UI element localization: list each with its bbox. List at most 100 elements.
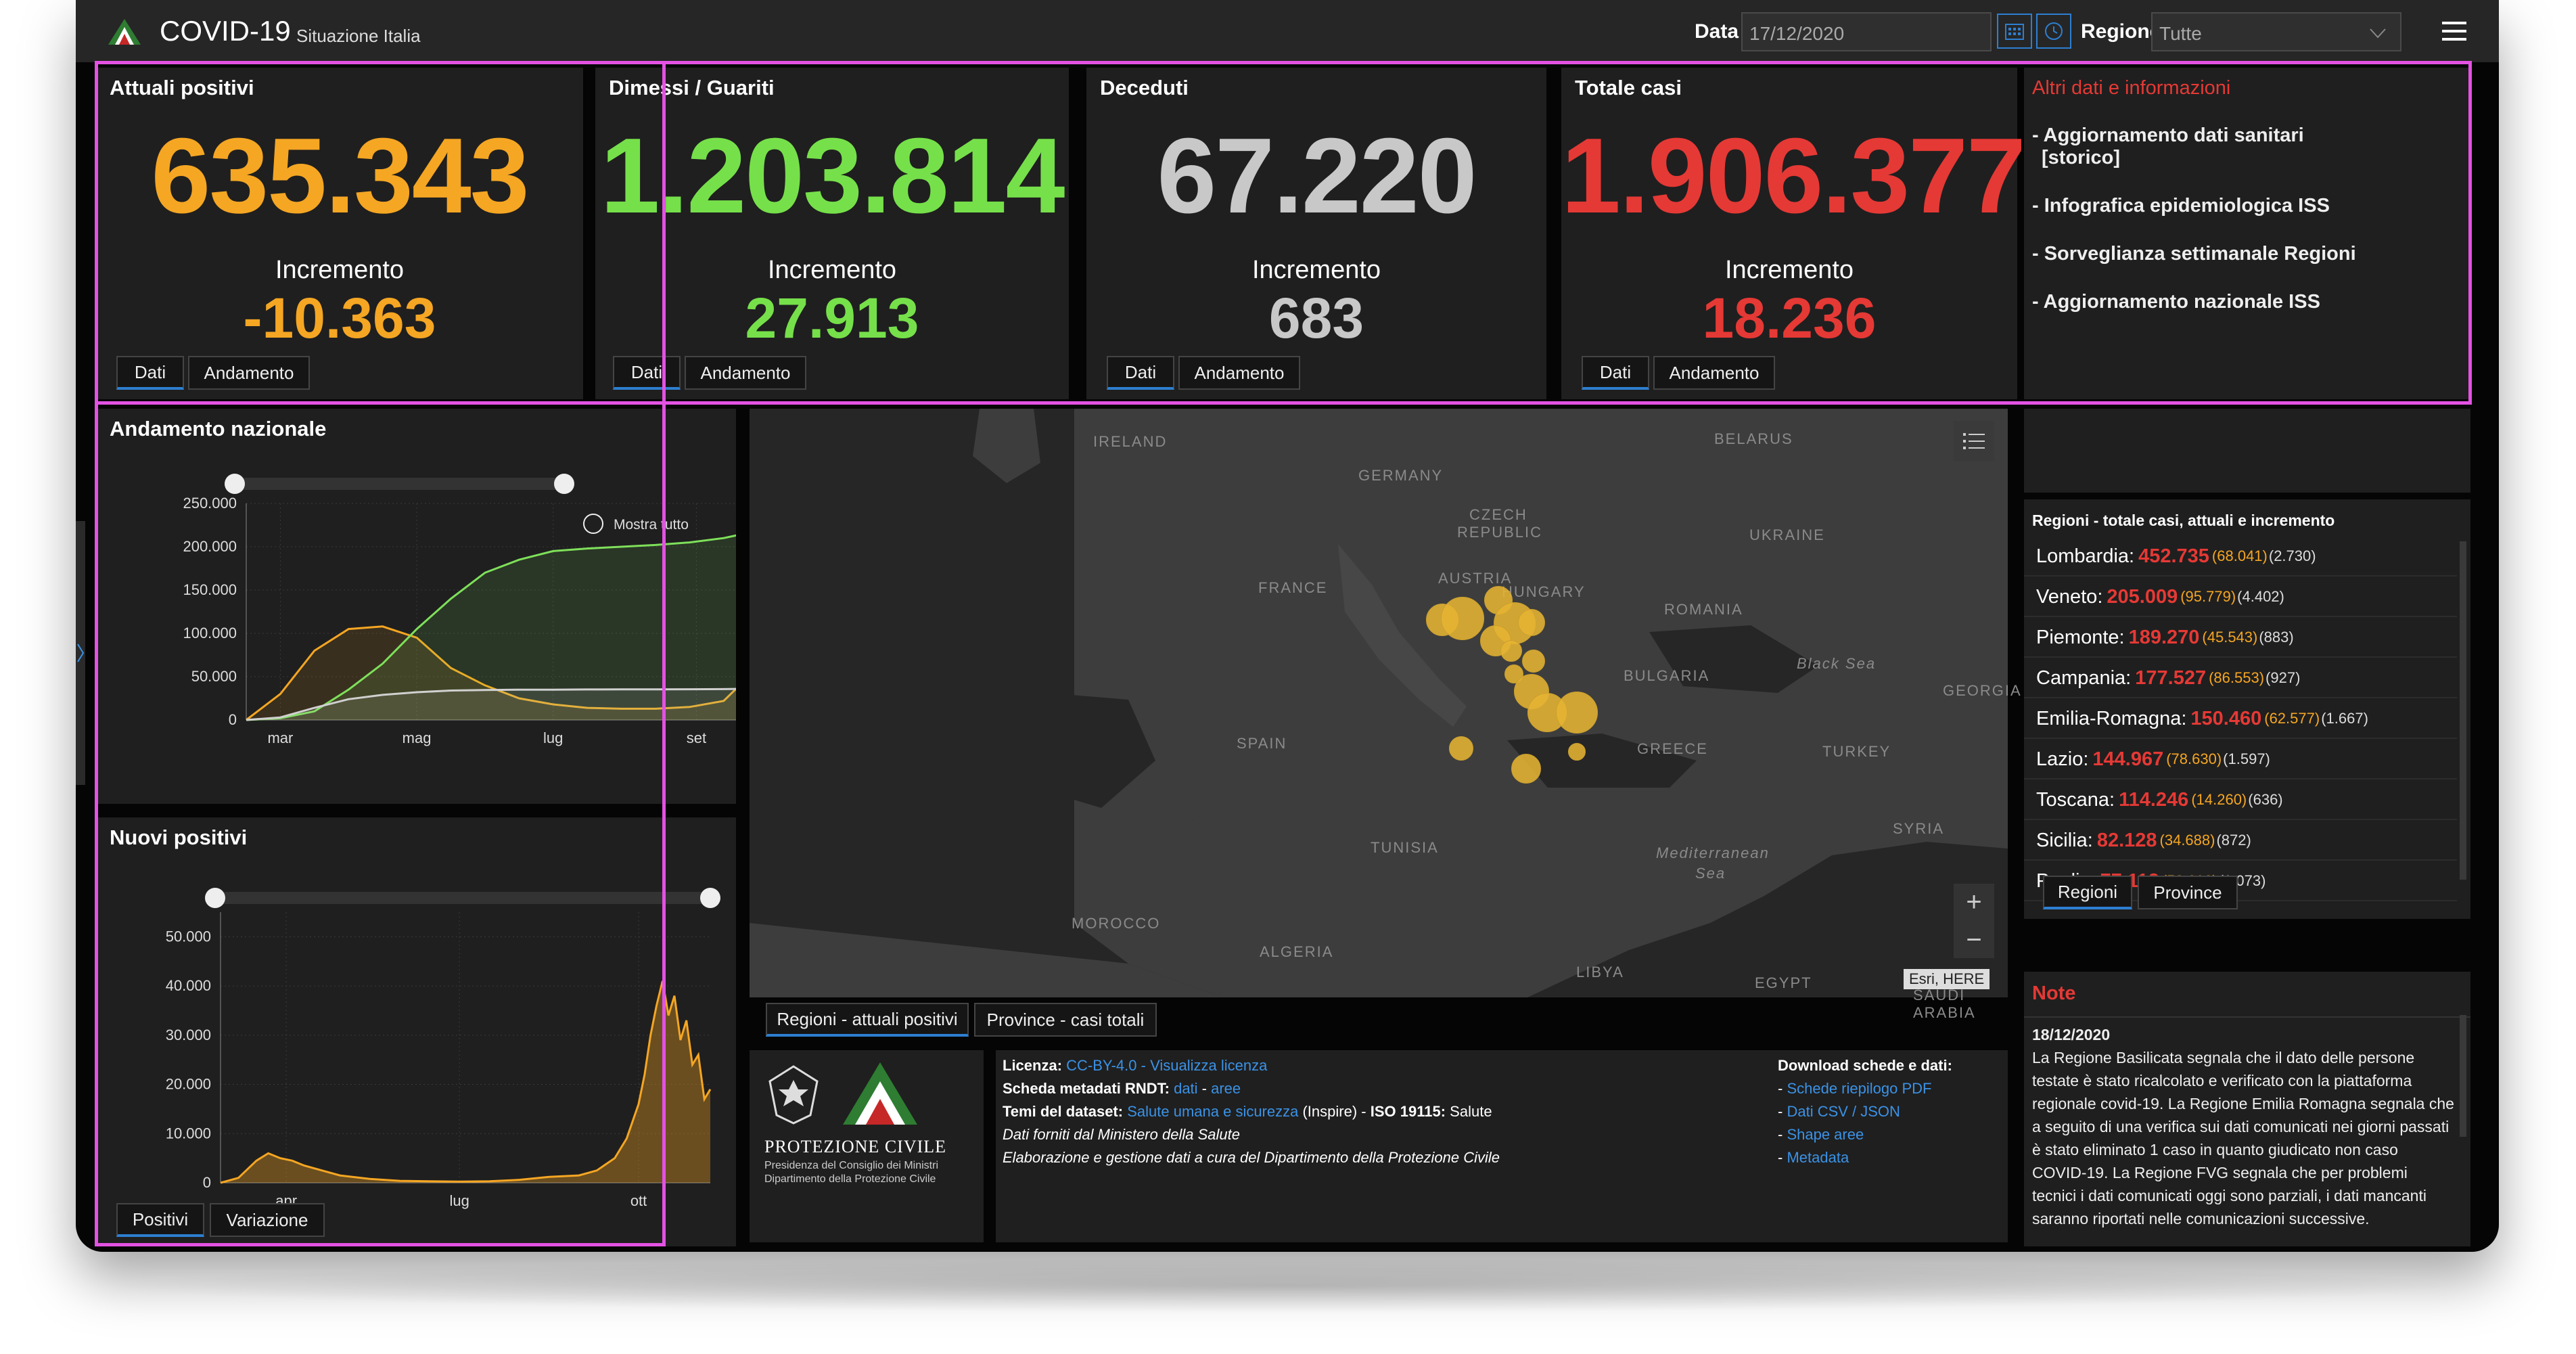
tab-dati[interactable]: Dati xyxy=(1582,356,1649,390)
map-bubble[interactable] xyxy=(1441,597,1484,640)
info-panel: Altri dati e informazioni - Aggiornament… xyxy=(2024,68,2470,399)
tab-regioni[interactable]: Regioni xyxy=(2043,876,2132,909)
notes-scrollbar[interactable] xyxy=(2460,1015,2466,1137)
map-bubble[interactable] xyxy=(1518,609,1545,636)
region-row[interactable]: Emilia-Romagna: 150.460 (62.577) (1.667) xyxy=(2024,700,2457,739)
region-name: Campania: xyxy=(2036,667,2132,689)
nuovi-panel: Nuovi positivi 0 10.000 20.000 30.000 40.000… xyxy=(96,817,736,1246)
hamburger-menu-icon[interactable] xyxy=(2441,18,2468,45)
tab-variazione[interactable]: Variazione xyxy=(210,1203,325,1237)
map-bubble[interactable] xyxy=(1568,743,1586,761)
stat-panel-attuali: Attuali positivi 635.343 Incremento -10.… xyxy=(96,68,583,399)
map-label-black-sea: Black Sea xyxy=(1797,655,1877,672)
range-handle-left[interactable] xyxy=(225,474,245,494)
date-input[interactable]: 17/12/2020 xyxy=(1741,12,1992,51)
top-bar: COVID-19 Situazione Italia Data 17/12/20… xyxy=(76,0,2499,62)
stat-title: Attuali positivi xyxy=(110,76,254,99)
map-bubble[interactable] xyxy=(1556,692,1598,734)
y-tick-label: 0 xyxy=(203,1174,211,1191)
download-section: Download schede e dati: - Schede riepilo… xyxy=(1778,1057,1952,1166)
download-shape-link[interactable]: Shape aree xyxy=(1787,1126,1864,1143)
tab-andamento[interactable]: Andamento xyxy=(188,356,310,390)
map-legend-button[interactable] xyxy=(1954,421,1994,461)
region-attuali: (34.688) xyxy=(2159,832,2215,849)
visualizza-licenza-link[interactable]: Visualizza licenza xyxy=(1150,1057,1267,1074)
map-zoom-control: + − xyxy=(1954,884,1994,958)
info-link-sorveglianza[interactable]: - Sorveglianza settimanale Regioni xyxy=(2032,243,2452,265)
map-bubble[interactable] xyxy=(1522,650,1545,673)
tab-province[interactable]: Province xyxy=(2138,876,2238,909)
region-total: 82.128 xyxy=(2096,829,2157,851)
map-bubble[interactable] xyxy=(1511,754,1541,784)
tab-andamento[interactable]: Andamento xyxy=(1653,356,1775,390)
region-row[interactable]: Sicilia: 82.128 (34.688) (872) xyxy=(2024,821,2457,861)
scheda-aree-link[interactable]: aree xyxy=(1211,1080,1241,1097)
footer-line5: Elaborazione e gestione dati a cura del … xyxy=(1003,1149,1500,1166)
logo-sub1: Presidenza del Consiglio dei Ministri xyxy=(764,1160,939,1171)
clock-button[interactable] xyxy=(2036,14,2071,49)
regions-scrollbar[interactable] xyxy=(2460,541,2466,880)
region-attuali: (86.553) xyxy=(2209,669,2265,686)
range-handle-right[interactable] xyxy=(700,888,720,908)
footer-line4: Dati forniti dal Ministero della Salute xyxy=(1003,1126,1240,1143)
sidebar-toggle[interactable] xyxy=(76,521,85,785)
info-links: - Aggiornamento dati sanitari [storico] … xyxy=(2032,125,2452,339)
download-csv-link[interactable]: Dati CSV / JSON xyxy=(1787,1103,1900,1120)
map-label-czech: CZECH xyxy=(1469,506,1527,523)
stat-value: 1.906.377 xyxy=(1561,116,2026,235)
region-row[interactable]: Veneto: 205.009 (95.779) (4.402) xyxy=(2024,578,2457,617)
region-row[interactable]: Lombardia: 452.735 (68.041) (2.730) xyxy=(2024,537,2457,577)
logo-name: PROTEZIONE CIVILE xyxy=(764,1137,947,1156)
map-bubble[interactable] xyxy=(1500,640,1522,662)
tab-dati[interactable]: Dati xyxy=(613,356,681,390)
temi-link[interactable]: Salute umana e sicurezza xyxy=(1127,1103,1298,1120)
scheda-dati-link[interactable]: dati xyxy=(1174,1080,1197,1097)
zoom-in-button[interactable]: + xyxy=(1954,884,1994,920)
licenza-link[interactable]: CC-BY-4.0 xyxy=(1066,1057,1136,1074)
download-metadata-link[interactable]: Metadata xyxy=(1787,1149,1849,1166)
region-row[interactable]: Piemonte: 189.270 (45.543) (883) xyxy=(2024,618,2457,658)
map-label-republic: REPUBLIC xyxy=(1457,524,1543,541)
map-label-france: FRANCE xyxy=(1258,579,1328,596)
region-name: Lazio: xyxy=(2036,748,2089,770)
region-row[interactable]: Campania: 177.527 (86.553) (927) xyxy=(2024,659,2457,698)
stat-panel-totale: Totale casi 1.906.377 Incremento 18.236 … xyxy=(1561,68,2026,399)
map-bubble[interactable] xyxy=(1449,736,1473,761)
download-pdf-link[interactable]: Schede riepilogo PDF xyxy=(1787,1080,1931,1097)
region-increment: (4.402) xyxy=(2237,588,2284,605)
info-link-storico[interactable]: [storico] xyxy=(2042,147,2452,169)
tab-dati[interactable]: Dati xyxy=(116,356,184,390)
andamento-chart: Mostra tutto 0 50.000 100.000 150.000 200.00… xyxy=(183,474,736,746)
tab-regioni-attuali[interactable]: Regioni - attuali positivi xyxy=(766,1003,969,1037)
note-text: La Regione Basilicata segnala che il dat… xyxy=(2032,1049,2454,1227)
calendar-button[interactable] xyxy=(1997,14,2032,49)
info-link-iss[interactable]: - Aggiornamento nazionale ISS xyxy=(2032,291,2452,313)
tab-andamento[interactable]: Andamento xyxy=(685,356,806,390)
region-row[interactable]: Toscana: 114.246 (14.260) (636) xyxy=(2024,781,2457,820)
zoom-out-icon[interactable] xyxy=(583,514,603,534)
range-track xyxy=(215,892,710,904)
region-total: 205.009 xyxy=(2107,585,2178,608)
region-increment: (1.597) xyxy=(2223,750,2270,767)
map-label-tunisia: TUNISIA xyxy=(1371,839,1439,856)
y-tick-label: 40.000 xyxy=(166,977,211,994)
tab-province-casi[interactable]: Province - casi totali xyxy=(974,1003,1157,1037)
range-handle-right[interactable] xyxy=(554,474,574,494)
mostra-tutto-link[interactable]: Mostra tutto xyxy=(614,517,689,533)
zoom-out-button[interactable]: − xyxy=(1954,922,1994,958)
region-select[interactable]: Tutte xyxy=(2151,12,2401,51)
clock-icon xyxy=(2045,22,2063,40)
map-label-turkey: TURKEY xyxy=(1822,743,1891,760)
info-link-aggiornamento[interactable]: - Aggiornamento dati sanitari xyxy=(2032,125,2452,147)
tab-positivi[interactable]: Positivi xyxy=(116,1203,204,1237)
map-panel[interactable]: IRELAND GERMANY BELARUS CZECH REPUBLIC U… xyxy=(750,409,2021,1021)
tab-dati[interactable]: Dati xyxy=(1107,356,1174,390)
tab-andamento[interactable]: Andamento xyxy=(1178,356,1300,390)
increment-label: Incremento xyxy=(1251,256,1381,284)
scheda-separator: - xyxy=(1197,1080,1212,1097)
regions-title: Regioni - totale casi, attuali e increme… xyxy=(2032,512,2335,529)
range-handle-left[interactable] xyxy=(205,888,225,908)
info-link-infografica[interactable]: - Infografica epidemiologica ISS xyxy=(2032,195,2452,217)
region-row[interactable]: Lazio: 144.967 (78.630) (1.597) xyxy=(2024,740,2457,780)
map-label-austria: AUSTRIA xyxy=(1438,570,1513,587)
